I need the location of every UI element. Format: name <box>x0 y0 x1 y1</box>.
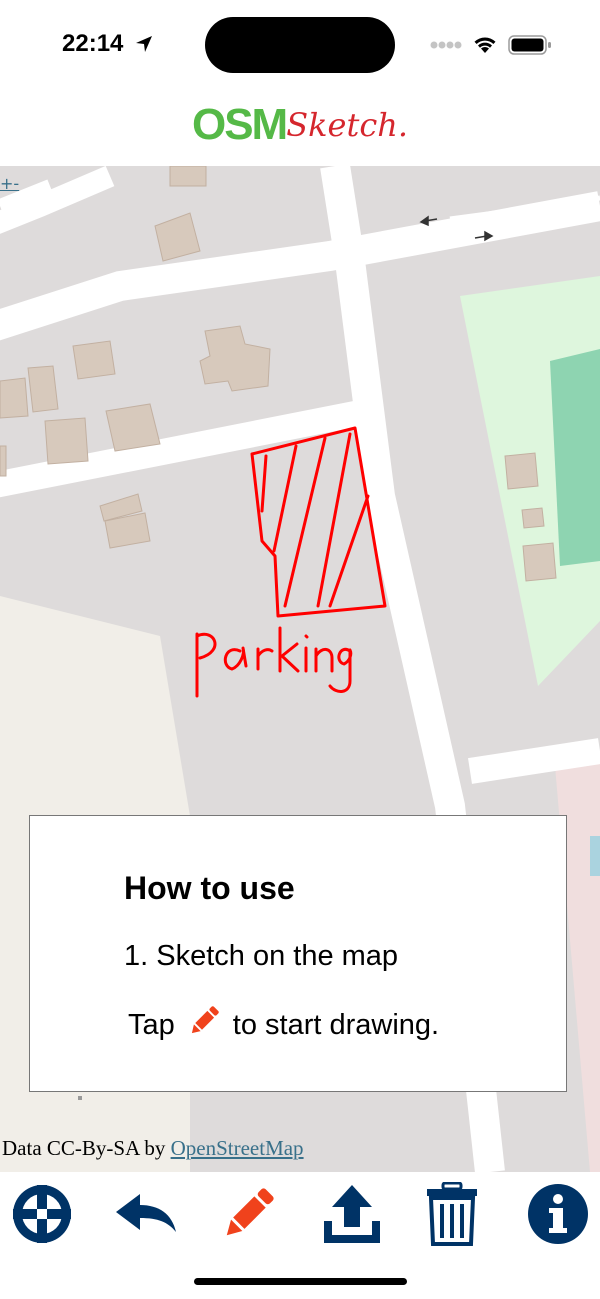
trash-icon <box>427 1182 477 1246</box>
battery-icon <box>508 35 551 55</box>
how-to-use-dialog[interactable]: How to use 1. Sketch on the map Tap to s… <box>29 815 567 1092</box>
status-time: 22:14 <box>62 30 124 57</box>
undo-button[interactable] <box>114 1182 178 1246</box>
upload-icon <box>324 1185 380 1243</box>
dialog-tap-instruction: Tap to start drawing. <box>128 1002 439 1048</box>
logo-sketch-text: Sketch. <box>286 106 409 144</box>
delete-button[interactable] <box>420 1182 484 1246</box>
attribution-text: Data CC-By-SA by <box>2 1136 171 1160</box>
start-drawing-text: to start drawing. <box>232 1009 440 1041</box>
info-button[interactable] <box>526 1182 590 1246</box>
pencil-icon <box>226 1188 274 1236</box>
undo-icon <box>116 1194 176 1232</box>
status-bar: 22:14 <box>0 0 600 92</box>
locate-icon <box>13 1185 71 1243</box>
upload-button[interactable] <box>320 1182 384 1246</box>
map-attribution: Data CC-By-SA by OpenStreetMap <box>2 1136 304 1161</box>
pencil-icon <box>185 1002 223 1048</box>
draw-button[interactable] <box>216 1182 280 1246</box>
zoom-control[interactable]: +- <box>0 174 19 193</box>
dynamic-island <box>205 17 395 73</box>
info-icon <box>528 1184 588 1244</box>
home-indicator[interactable] <box>194 1278 407 1285</box>
cellular-signal-icon <box>430 41 462 49</box>
dialog-step-text: 1. Sketch on the map <box>124 940 399 972</box>
logo-osm-text: OSM <box>191 100 288 149</box>
openstreetmap-link[interactable]: OpenStreetMap <box>171 1136 304 1160</box>
dialog-title: How to use <box>124 870 295 906</box>
tap-text: Tap <box>128 1009 175 1041</box>
wifi-icon <box>474 37 496 53</box>
locate-button[interactable] <box>10 1182 74 1246</box>
location-arrow-icon <box>136 36 152 52</box>
app-logo: OSMSketch. <box>0 100 600 160</box>
